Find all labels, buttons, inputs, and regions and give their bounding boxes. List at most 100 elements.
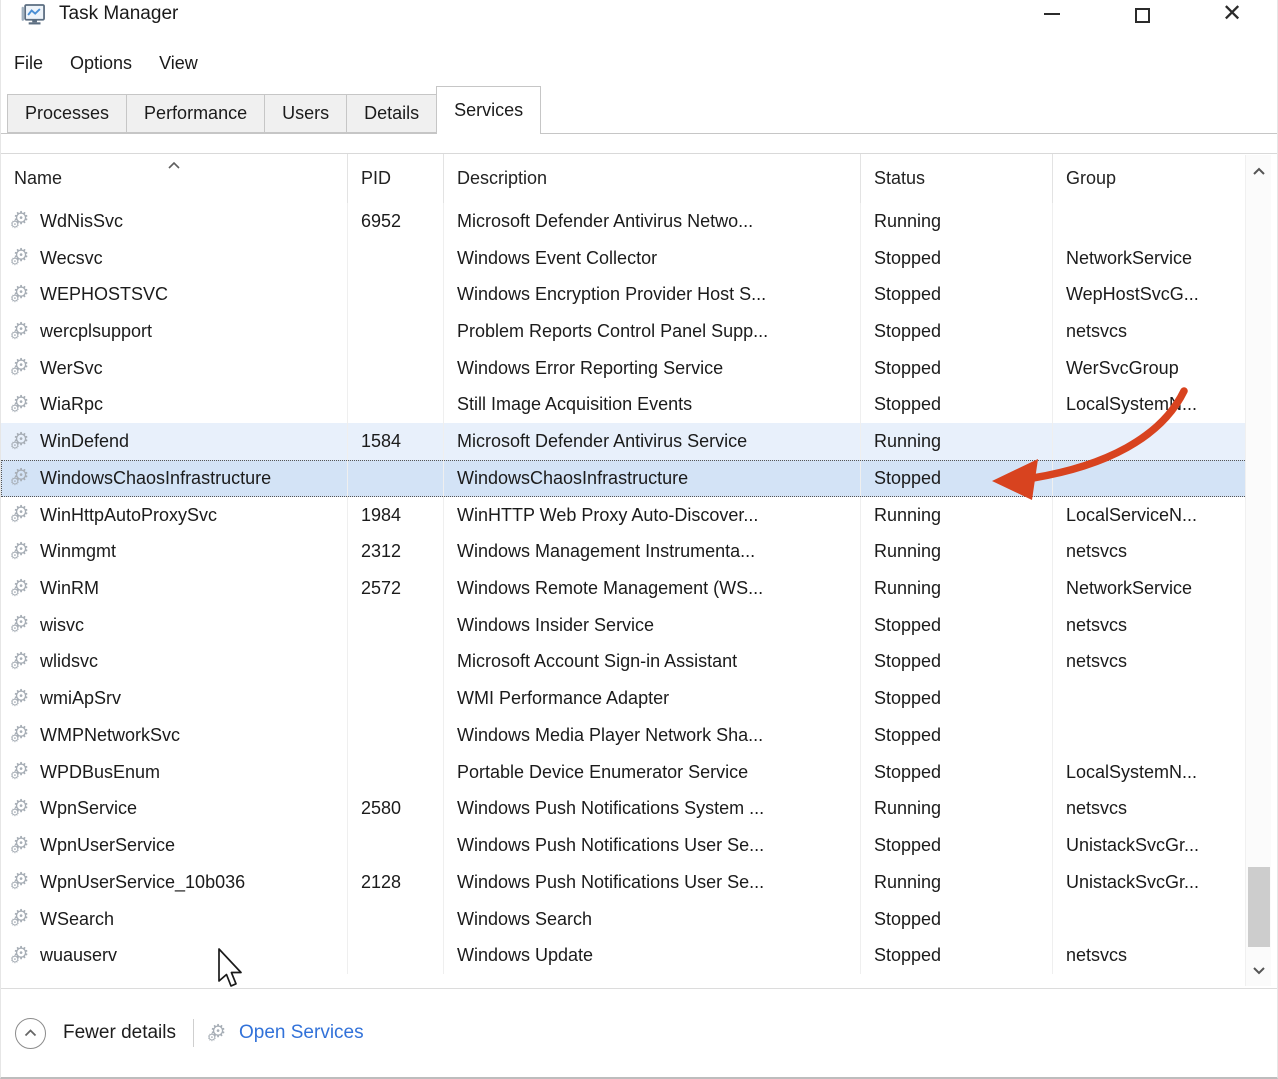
service-gear-icon: ⚙⚙ xyxy=(12,395,32,415)
service-description: Windows Management Instrumenta... xyxy=(457,541,755,562)
service-status: Stopped xyxy=(874,835,941,856)
menu-options[interactable]: Options xyxy=(70,53,132,74)
service-status: Stopped xyxy=(874,358,941,379)
service-group: netsvcs xyxy=(1066,321,1127,342)
service-name: wercplsupport xyxy=(40,321,152,342)
menu-bar: File Options View xyxy=(1,46,198,80)
service-gear-icon: ⚙⚙ xyxy=(12,836,32,856)
service-description: Microsoft Defender Antivirus Service xyxy=(457,431,747,452)
service-description: Windows Error Reporting Service xyxy=(457,358,723,379)
service-row[interactable]: ⚙⚙ WindowsChaosInfrastructure WindowsCha… xyxy=(1,460,1247,497)
service-name: WdNisSvc xyxy=(40,211,123,232)
service-name: WindowsChaosInfrastructure xyxy=(40,468,271,489)
close-button[interactable]: ✕ xyxy=(1187,0,1277,36)
service-row[interactable]: ⚙⚙ wuauserv Windows Update Stopped netsv… xyxy=(1,937,1247,974)
service-pid: 1984 xyxy=(361,505,401,526)
service-pid: 2128 xyxy=(361,872,401,893)
service-description: Windows Event Collector xyxy=(457,248,657,269)
service-group: netsvcs xyxy=(1066,798,1127,819)
service-name: wuauserv xyxy=(40,945,117,966)
scroll-down-button[interactable] xyxy=(1246,958,1272,982)
service-name: WpnService xyxy=(40,798,137,819)
service-gear-icon: ⚙⚙ xyxy=(12,322,32,342)
service-gear-icon: ⚙⚙ xyxy=(12,799,32,819)
column-header-pid[interactable]: PID xyxy=(348,154,444,203)
service-row[interactable]: ⚙⚙ wlidsvc Microsoft Account Sign-in Ass… xyxy=(1,644,1247,681)
sort-asc-icon xyxy=(159,154,189,175)
service-status: Stopped xyxy=(874,284,941,305)
service-description: Windows Search xyxy=(457,909,592,930)
service-name: WEPHOSTSVC xyxy=(40,284,168,305)
service-gear-icon: ⚙⚙ xyxy=(12,689,32,709)
service-description: Windows Media Player Network Sha... xyxy=(457,725,763,746)
service-row[interactable]: ⚙⚙ WSearch Windows Search Stopped xyxy=(1,901,1247,938)
column-header-status[interactable]: Status xyxy=(861,154,1053,203)
service-status: Stopped xyxy=(874,248,941,269)
service-group: WepHostSvcG... xyxy=(1066,284,1199,305)
service-gear-icon: ⚙⚙ xyxy=(12,505,32,525)
service-row[interactable]: ⚙⚙ Wecsvc Windows Event Collector Stoppe… xyxy=(1,240,1247,277)
service-row[interactable]: ⚙⚙ WinRM 2572 Windows Remote Management … xyxy=(1,570,1247,607)
service-name: wmiApSrv xyxy=(40,688,121,709)
service-row[interactable]: ⚙⚙ WdNisSvc 6952 Microsoft Defender Anti… xyxy=(1,203,1247,240)
vertical-scrollbar[interactable] xyxy=(1245,155,1271,986)
service-group: LocalSystemN... xyxy=(1066,394,1197,415)
service-row[interactable]: ⚙⚙ WerSvc Windows Error Reporting Servic… xyxy=(1,350,1247,387)
open-services-link[interactable]: ⚙⚙ Open Services xyxy=(209,1022,364,1044)
service-group: LocalServiceN... xyxy=(1066,505,1197,526)
menu-file[interactable]: File xyxy=(14,53,43,74)
service-row[interactable]: ⚙⚙ WMPNetworkSvc Windows Media Player Ne… xyxy=(1,717,1247,754)
tab-services[interactable]: Services xyxy=(436,86,541,134)
window-title: Task Manager xyxy=(59,3,178,25)
column-header-name[interactable]: Name xyxy=(1,154,348,203)
service-row[interactable]: ⚙⚙ WEPHOSTSVC Windows Encryption Provide… xyxy=(1,276,1247,313)
service-row[interactable]: ⚙⚙ wmiApSrv WMI Performance Adapter Stop… xyxy=(1,680,1247,717)
service-name: WinRM xyxy=(40,578,99,599)
maximize-button[interactable] xyxy=(1097,0,1187,36)
service-row[interactable]: ⚙⚙ WpnUserService Windows Push Notificat… xyxy=(1,827,1247,864)
service-gear-icon: ⚙⚙ xyxy=(12,872,32,892)
service-status: Running xyxy=(874,211,941,232)
scroll-up-button[interactable] xyxy=(1246,159,1272,183)
service-name: WinHttpAutoProxySvc xyxy=(40,505,217,526)
service-row[interactable]: ⚙⚙ WinDefend 1584 Microsoft Defender Ant… xyxy=(1,423,1247,460)
service-gear-icon: ⚙⚙ xyxy=(12,762,32,782)
service-row[interactable]: ⚙⚙ WpnService 2580 Windows Push Notifica… xyxy=(1,791,1247,828)
tab-users[interactable]: Users xyxy=(264,94,347,133)
service-row[interactable]: ⚙⚙ Winmgmt 2312 Windows Management Instr… xyxy=(1,533,1247,570)
table-header: Name PID Description Status Group xyxy=(1,154,1247,203)
service-row[interactable]: ⚙⚙ WinHttpAutoProxySvc 1984 WinHTTP Web … xyxy=(1,497,1247,534)
scrollbar-thumb[interactable] xyxy=(1248,867,1270,947)
service-row[interactable]: ⚙⚙ WiaRpc Still Image Acquisition Events… xyxy=(1,387,1247,424)
service-row[interactable]: ⚙⚙ WpnUserService_10b036 2128 Windows Pu… xyxy=(1,864,1247,901)
column-header-group[interactable]: Group xyxy=(1053,154,1247,203)
service-name: wisvc xyxy=(40,615,84,636)
service-name: WinDefend xyxy=(40,431,129,452)
service-description: WMI Performance Adapter xyxy=(457,688,669,709)
tab-processes[interactable]: Processes xyxy=(7,94,127,133)
fewer-details-button[interactable]: Fewer details xyxy=(15,1018,176,1049)
window-controls: ✕ xyxy=(1007,0,1277,36)
service-group: netsvcs xyxy=(1066,615,1127,636)
tab-performance[interactable]: Performance xyxy=(126,94,265,133)
service-name: Winmgmt xyxy=(40,541,116,562)
service-name: Wecsvc xyxy=(40,248,103,269)
service-description: Windows Remote Management (WS... xyxy=(457,578,763,599)
tab-details[interactable]: Details xyxy=(346,94,437,133)
maximize-icon xyxy=(1135,8,1150,23)
service-gear-icon: ⚙⚙ xyxy=(12,579,32,599)
service-status: Stopped xyxy=(874,945,941,966)
service-row[interactable]: ⚙⚙ wercplsupport Problem Reports Control… xyxy=(1,313,1247,350)
service-name: WpnUserService_10b036 xyxy=(40,872,245,893)
menu-view[interactable]: View xyxy=(159,53,198,74)
service-status: Stopped xyxy=(874,688,941,709)
fewer-details-label: Fewer details xyxy=(63,1022,176,1044)
service-group: UnistackSvcGr... xyxy=(1066,872,1199,893)
service-name: WpnUserService xyxy=(40,835,175,856)
service-gear-icon: ⚙⚙ xyxy=(12,358,32,378)
service-row[interactable]: ⚙⚙ wisvc Windows Insider Service Stopped… xyxy=(1,607,1247,644)
service-row[interactable]: ⚙⚙ WPDBusEnum Portable Device Enumerator… xyxy=(1,754,1247,791)
service-description: WindowsChaosInfrastructure xyxy=(457,468,688,489)
minimize-button[interactable] xyxy=(1007,0,1097,36)
column-header-description[interactable]: Description xyxy=(444,154,861,203)
